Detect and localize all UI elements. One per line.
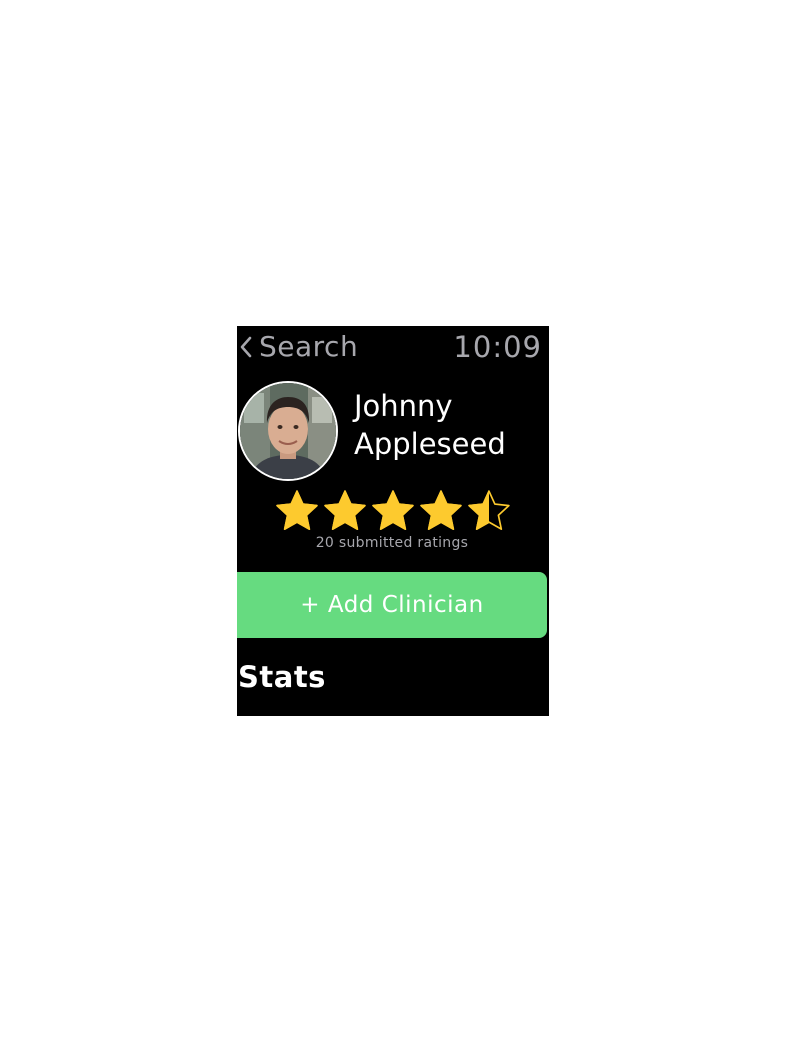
- star-full-icon: [372, 490, 414, 530]
- clinician-name: Johnny Appleseed: [354, 387, 544, 463]
- clock-time: 10:09: [453, 330, 542, 364]
- add-clinician-button[interactable]: + Add Clinician: [237, 572, 547, 638]
- star-full-icon: [276, 490, 318, 530]
- clinician-first-name: Johnny: [354, 389, 453, 423]
- star-rating: [273, 488, 513, 532]
- status-bar: Search 10:09: [237, 326, 549, 370]
- back-button[interactable]: Search: [239, 328, 358, 366]
- person-avatar-icon: [240, 383, 336, 479]
- star-full-icon: [324, 490, 366, 530]
- star-half-icon: [468, 490, 510, 530]
- watch-screen: Search 10:09 Johnny Appleseed 20 submitt…: [237, 326, 549, 716]
- ratings-count: 20 submitted ratings: [315, 535, 469, 551]
- chevron-left-icon: [239, 335, 253, 359]
- star-full-icon: [420, 490, 462, 530]
- back-label: Search: [259, 330, 359, 363]
- clinician-last-name: Appleseed: [354, 427, 506, 461]
- stats-section-title: Stats: [238, 660, 326, 694]
- avatar: [238, 381, 338, 481]
